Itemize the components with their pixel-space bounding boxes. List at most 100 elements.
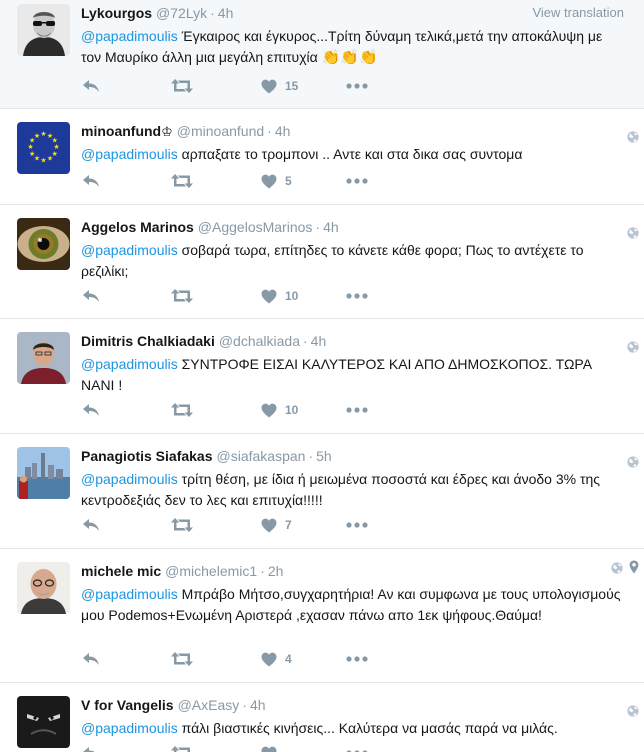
tweet-item[interactable]: michele mic @michelemic1 · 2h @papadimoulis… [0, 549, 644, 683]
tweet-time[interactable]: 4h [323, 219, 339, 235]
reply-button[interactable] [81, 286, 101, 306]
more-button[interactable] [346, 515, 368, 535]
separator-dot: · [302, 333, 308, 349]
author-handle[interactable]: @AxEasy [178, 697, 240, 713]
reply-button[interactable] [81, 515, 101, 535]
tweet-text: @papadimoulis τρίτη θέση, με ίδια ή μειω… [81, 469, 632, 511]
author-name[interactable]: Lykourgos [81, 5, 152, 21]
like-button[interactable]: 10 [261, 286, 298, 306]
mention-link[interactable]: @papadimoulis [81, 720, 178, 736]
mention-link[interactable]: @papadimoulis [81, 28, 178, 44]
retweet-icon [170, 517, 194, 533]
separator-dot: · [260, 563, 265, 579]
like-button[interactable]: 7 [261, 515, 292, 535]
more-button[interactable] [346, 76, 368, 96]
author-handle[interactable]: @72Lyk [156, 5, 207, 21]
tweet-item[interactable]: ★ ★ ★ ★ ★ ★ ★ ★ ★ ★ ★ ★ minoanfund♔ @minoanfund · 4h… [0, 109, 644, 205]
more-button[interactable] [346, 171, 368, 191]
author-handle[interactable]: @michelemic1 [165, 563, 257, 579]
avatar[interactable] [17, 332, 70, 384]
retweet-button[interactable] [170, 515, 194, 535]
heart-icon [261, 746, 277, 752]
author-handle[interactable]: @AggelosMarinos [198, 219, 313, 235]
avatar[interactable]: ★ ★ ★ ★ ★ ★ ★ ★ ★ ★ ★ ★ [17, 122, 70, 174]
heart-icon [261, 403, 277, 418]
more-button[interactable] [346, 743, 368, 752]
reply-button[interactable] [81, 400, 101, 420]
retweet-button[interactable] [170, 286, 194, 306]
separator-dot: · [210, 5, 215, 21]
crown-badge: ♔ [161, 124, 173, 139]
reply-icon [81, 651, 101, 667]
retweet-button[interactable] [170, 743, 194, 752]
reply-button[interactable] [81, 649, 101, 669]
author-name[interactable]: Aggelos Marinos [81, 219, 194, 235]
like-count: 15 [285, 79, 299, 93]
tweet-time[interactable]: 4h [218, 5, 234, 21]
retweet-icon [170, 173, 194, 189]
tweet-header: michele mic @michelemic1 · 2h [81, 561, 632, 581]
retweet-button[interactable] [170, 649, 194, 669]
like-button[interactable]: 15 [261, 76, 298, 96]
author-handle[interactable]: @siafakaspan [217, 448, 306, 464]
avatar[interactable] [17, 696, 70, 748]
tweet-text: @papadimoulis πάλι βιαστικές κινήσεις...… [81, 718, 632, 739]
tweet-time[interactable]: 4h [275, 123, 291, 139]
retweet-button[interactable] [170, 76, 194, 96]
tweet-item[interactable]: View translation Lykourgos @72Lyk · 4h @pap… [0, 0, 644, 109]
separator-dot: · [308, 448, 314, 464]
avatar[interactable] [17, 218, 70, 270]
mention-link[interactable]: @papadimoulis [81, 356, 178, 372]
more-button[interactable] [346, 286, 368, 306]
reply-button[interactable] [81, 743, 101, 752]
heart-icon [261, 174, 277, 189]
mention-link[interactable]: @papadimoulis [81, 471, 178, 487]
author-name[interactable]: Dimitris Chalkiadaki [81, 333, 215, 349]
author-name[interactable]: minoanfund [81, 123, 161, 139]
avatar[interactable] [17, 562, 70, 614]
mention-link[interactable]: @papadimoulis [81, 146, 178, 162]
like-button[interactable]: 4 [261, 649, 292, 669]
reply-icon [81, 288, 101, 304]
reply-button[interactable] [81, 171, 101, 191]
tweet-time[interactable]: 4h [250, 697, 266, 713]
tweet-content: Aggelos Marinos @AggelosMarinos · 4h @papad… [81, 217, 632, 282]
tweet-item[interactable]: Panagiotis Siafakas @siafakaspan · 5h @papa… [0, 434, 644, 549]
tweet-text: @papadimoulis Έγκαιρος και έγκυρος...Τρί… [81, 26, 632, 68]
tweet-content: Panagiotis Siafakas @siafakaspan · 5h @papa… [81, 446, 632, 511]
more-button[interactable] [346, 400, 368, 420]
tweet-content: Lykourgos @72Lyk · 4h @papadimoulis Έγκαιρο… [81, 3, 632, 68]
tweet-body: αρπαξατε το τρομπονι .. Αντε και στα δικ… [177, 146, 523, 162]
tweet-time[interactable]: 4h [311, 333, 327, 349]
tweet-time[interactable]: 5h [316, 448, 332, 464]
retweet-button[interactable] [170, 171, 194, 191]
tweet-item[interactable]: Aggelos Marinos @AggelosMarinos · 4h @papad… [0, 205, 644, 319]
tweet-item[interactable]: Dimitris Chalkiadaki @dchalkiada · 4h @papa… [0, 319, 644, 434]
tweet-header: Panagiotis Siafakas @siafakaspan · 5h [81, 446, 632, 466]
author-handle[interactable]: @dchalkiada [219, 333, 300, 349]
like-button[interactable] [261, 743, 285, 752]
like-count: 5 [285, 174, 292, 188]
retweet-icon [170, 78, 194, 94]
like-count: 10 [285, 289, 299, 303]
tweet-time[interactable]: 2h [268, 563, 284, 579]
avatar[interactable] [17, 447, 70, 499]
author-name[interactable]: michele mic [81, 563, 161, 579]
like-button[interactable]: 5 [261, 171, 292, 191]
retweet-button[interactable] [170, 400, 194, 420]
reply-icon [81, 78, 101, 94]
author-name[interactable]: V for Vangelis [81, 697, 174, 713]
like-button[interactable]: 10 [261, 400, 298, 420]
avatar[interactable] [17, 4, 70, 56]
more-icon [346, 293, 368, 299]
heart-icon [261, 652, 277, 667]
more-icon [346, 407, 368, 413]
mention-link[interactable]: @papadimoulis [81, 242, 178, 258]
author-name[interactable]: Panagiotis Siafakas [81, 448, 213, 464]
more-button[interactable] [346, 649, 368, 669]
mention-link[interactable]: @papadimoulis [81, 586, 178, 602]
tweet-item[interactable]: V for Vangelis @AxEasy · 4h @papadimoulis π… [0, 683, 644, 752]
author-handle[interactable]: @minoanfund [177, 123, 264, 139]
tweet-content: michele mic @michelemic1 · 2h @papadimoulis… [81, 561, 632, 626]
reply-button[interactable] [81, 76, 101, 96]
